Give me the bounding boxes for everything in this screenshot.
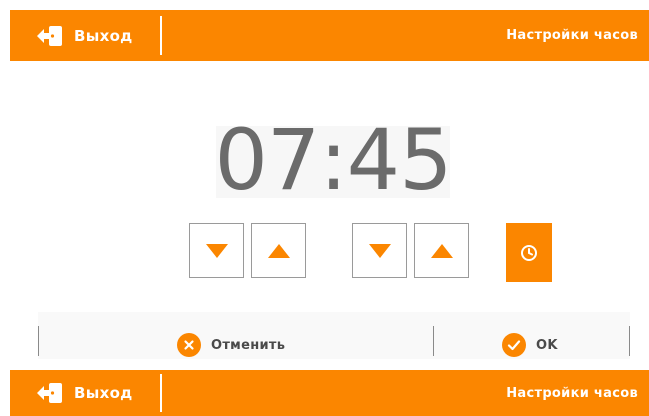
- triangle-down-icon: [205, 243, 228, 258]
- close-circle-icon: [177, 333, 201, 357]
- exit-button[interactable]: Выход: [10, 10, 160, 61]
- exit-label: Выход: [74, 26, 133, 45]
- hour-down-button[interactable]: [189, 223, 244, 278]
- footer-title: Настройки часов: [506, 385, 638, 401]
- bottom-bar: Выход Настройки часов: [10, 370, 649, 416]
- footer-divider: [160, 374, 162, 412]
- ok-label: OK: [536, 337, 558, 353]
- minute-up-button[interactable]: [414, 223, 469, 278]
- hour-up-button[interactable]: [251, 223, 306, 278]
- ok-button[interactable]: OK: [502, 331, 558, 359]
- minute-down-button[interactable]: [352, 223, 407, 278]
- page-title: Настройки часов: [506, 28, 638, 43]
- action-separator-middle: [433, 326, 434, 356]
- action-separator-right: [629, 326, 630, 356]
- clock-button[interactable]: [506, 223, 552, 282]
- check-circle-icon: [502, 333, 526, 357]
- footer-exit-button[interactable]: Выход: [10, 370, 160, 416]
- triangle-up-icon: [430, 243, 453, 258]
- clock-icon: [521, 244, 537, 261]
- action-separator-left: [38, 326, 39, 356]
- cancel-label: Отменить: [211, 337, 286, 353]
- exit-door-icon: [37, 25, 62, 46]
- exit-door-icon: [37, 383, 62, 403]
- cancel-button[interactable]: Отменить: [177, 331, 285, 359]
- triangle-up-icon: [267, 243, 290, 258]
- time-display: 07:45: [214, 111, 452, 209]
- header-divider: [160, 16, 162, 55]
- footer-exit-label: Выход: [74, 384, 133, 402]
- top-bar: Выход Настройки часов: [10, 10, 649, 61]
- triangle-down-icon: [368, 243, 391, 258]
